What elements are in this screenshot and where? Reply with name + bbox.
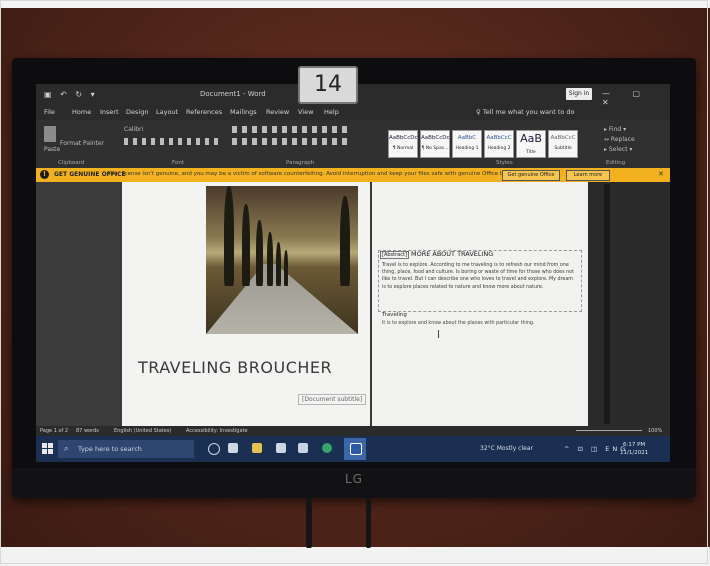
- photo-frame: [0, 0, 708, 564]
